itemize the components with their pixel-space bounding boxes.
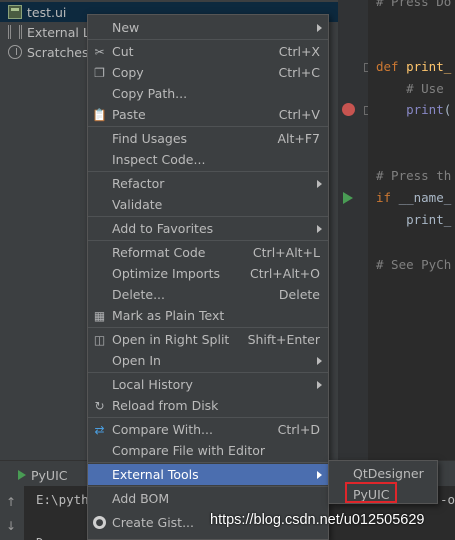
code-line: print(	[376, 102, 452, 117]
plain-text-icon: ▦	[93, 308, 106, 323]
menu-item-add-to-favorites[interactable]: Add to Favorites	[88, 218, 328, 239]
code-editor[interactable]: # Press Do def print_ # Use print( # Pre…	[368, 0, 455, 460]
menu-item-copy-path[interactable]: Copy Path...	[88, 83, 328, 104]
menu-separator	[88, 39, 328, 40]
menu-item-refactor[interactable]: Refactor	[88, 173, 328, 194]
menu-separator	[88, 126, 328, 127]
menu-item-validate[interactable]: Validate	[88, 194, 328, 215]
menu-item-optimize-imports[interactable]: Optimize Imports Ctrl+Alt+O	[88, 263, 328, 284]
menu-item-delete[interactable]: Delete... Delete	[88, 284, 328, 305]
copy-icon: ❐	[94, 65, 105, 80]
console-line: D	[36, 535, 44, 540]
down-arrow-icon[interactable]: ↓	[6, 520, 18, 532]
chevron-right-icon	[317, 179, 322, 188]
menu-separator	[88, 327, 328, 328]
menu-separator	[88, 486, 328, 487]
menu-separator	[88, 462, 328, 463]
scratches-icon	[8, 45, 22, 59]
up-arrow-icon[interactable]: ↑	[6, 496, 18, 508]
menu-item-compare-with[interactable]: ⇄ Compare With... Ctrl+D	[88, 419, 328, 440]
annotation-highlight-box	[345, 482, 397, 503]
chevron-right-icon	[317, 23, 322, 32]
github-icon: ●	[93, 516, 106, 529]
ui-file-icon	[8, 5, 22, 19]
compare-icon: ⇄	[94, 422, 105, 437]
menu-separator	[88, 216, 328, 217]
console-line: -o	[440, 492, 455, 507]
code-line: # Use	[376, 81, 444, 96]
tab-label: PyUIC	[31, 467, 68, 483]
menu-item-reformat-code[interactable]: Reformat Code Ctrl+Alt+L	[88, 242, 328, 263]
split-icon: ◫	[93, 332, 106, 347]
menu-separator	[88, 372, 328, 373]
run-toolbar: ↑ ↓	[0, 486, 24, 540]
menu-item-local-history[interactable]: Local History	[88, 374, 328, 395]
scissors-icon: ✂	[94, 44, 105, 59]
menu-separator	[88, 417, 328, 418]
menu-item-open-in[interactable]: Open In	[88, 350, 328, 371]
chevron-right-icon	[317, 224, 322, 233]
menu-item-find-usages[interactable]: Find Usages Alt+F7	[88, 128, 328, 149]
run-icon	[18, 470, 26, 480]
chevron-right-icon	[317, 356, 322, 365]
breakpoint-icon[interactable]	[342, 103, 355, 116]
menu-separator	[88, 240, 328, 241]
menu-item-external-tools[interactable]: External Tools	[88, 464, 328, 485]
code-line: # Press Do	[376, 0, 452, 9]
menu-item-open-in-right-split[interactable]: ◫ Open in Right Split Shift+Enter	[88, 329, 328, 350]
code-line: def print_	[376, 59, 452, 74]
watermark: https://blog.csdn.net/u012505629	[210, 512, 425, 528]
menu-item-reload-from-disk[interactable]: ↻ Reload from Disk	[88, 395, 328, 416]
tree-item-label: test.ui	[27, 4, 67, 20]
submenu-item-qtdesigner[interactable]: QtDesigner	[329, 463, 437, 483]
menu-item-new[interactable]: New	[88, 17, 328, 38]
code-line: if __name_	[376, 190, 452, 205]
menu-item-add-bom[interactable]: Add BOM	[88, 488, 328, 509]
menu-item-inspect-code[interactable]: Inspect Code...	[88, 149, 328, 170]
run-gutter-icon[interactable]	[343, 192, 353, 204]
library-icon	[8, 25, 22, 39]
context-menu: New ✂ Cut Ctrl+X ❐ Copy Ctrl+C Copy Path…	[87, 14, 329, 540]
menu-item-compare-file-with-editor[interactable]: Compare File with Editor	[88, 440, 328, 461]
menu-item-cut[interactable]: ✂ Cut Ctrl+X	[88, 41, 328, 62]
chevron-right-icon	[317, 470, 322, 479]
code-line: # See PyCh	[376, 257, 452, 272]
menu-separator	[88, 171, 328, 172]
reload-icon: ↻	[94, 398, 105, 413]
code-line: print_	[376, 212, 452, 227]
menu-item-paste[interactable]: 📋 Paste Ctrl+V	[88, 104, 328, 125]
tab-pyuic[interactable]: PyUIC	[18, 465, 68, 485]
chevron-right-icon	[317, 380, 322, 389]
code-line: # Press th	[376, 168, 452, 183]
menu-item-mark-as-plain-text[interactable]: ▦ Mark as Plain Text	[88, 305, 328, 326]
menu-item-copy[interactable]: ❐ Copy Ctrl+C	[88, 62, 328, 83]
paste-icon: 📋	[92, 107, 107, 122]
console-line: E:\pyth	[36, 492, 89, 507]
